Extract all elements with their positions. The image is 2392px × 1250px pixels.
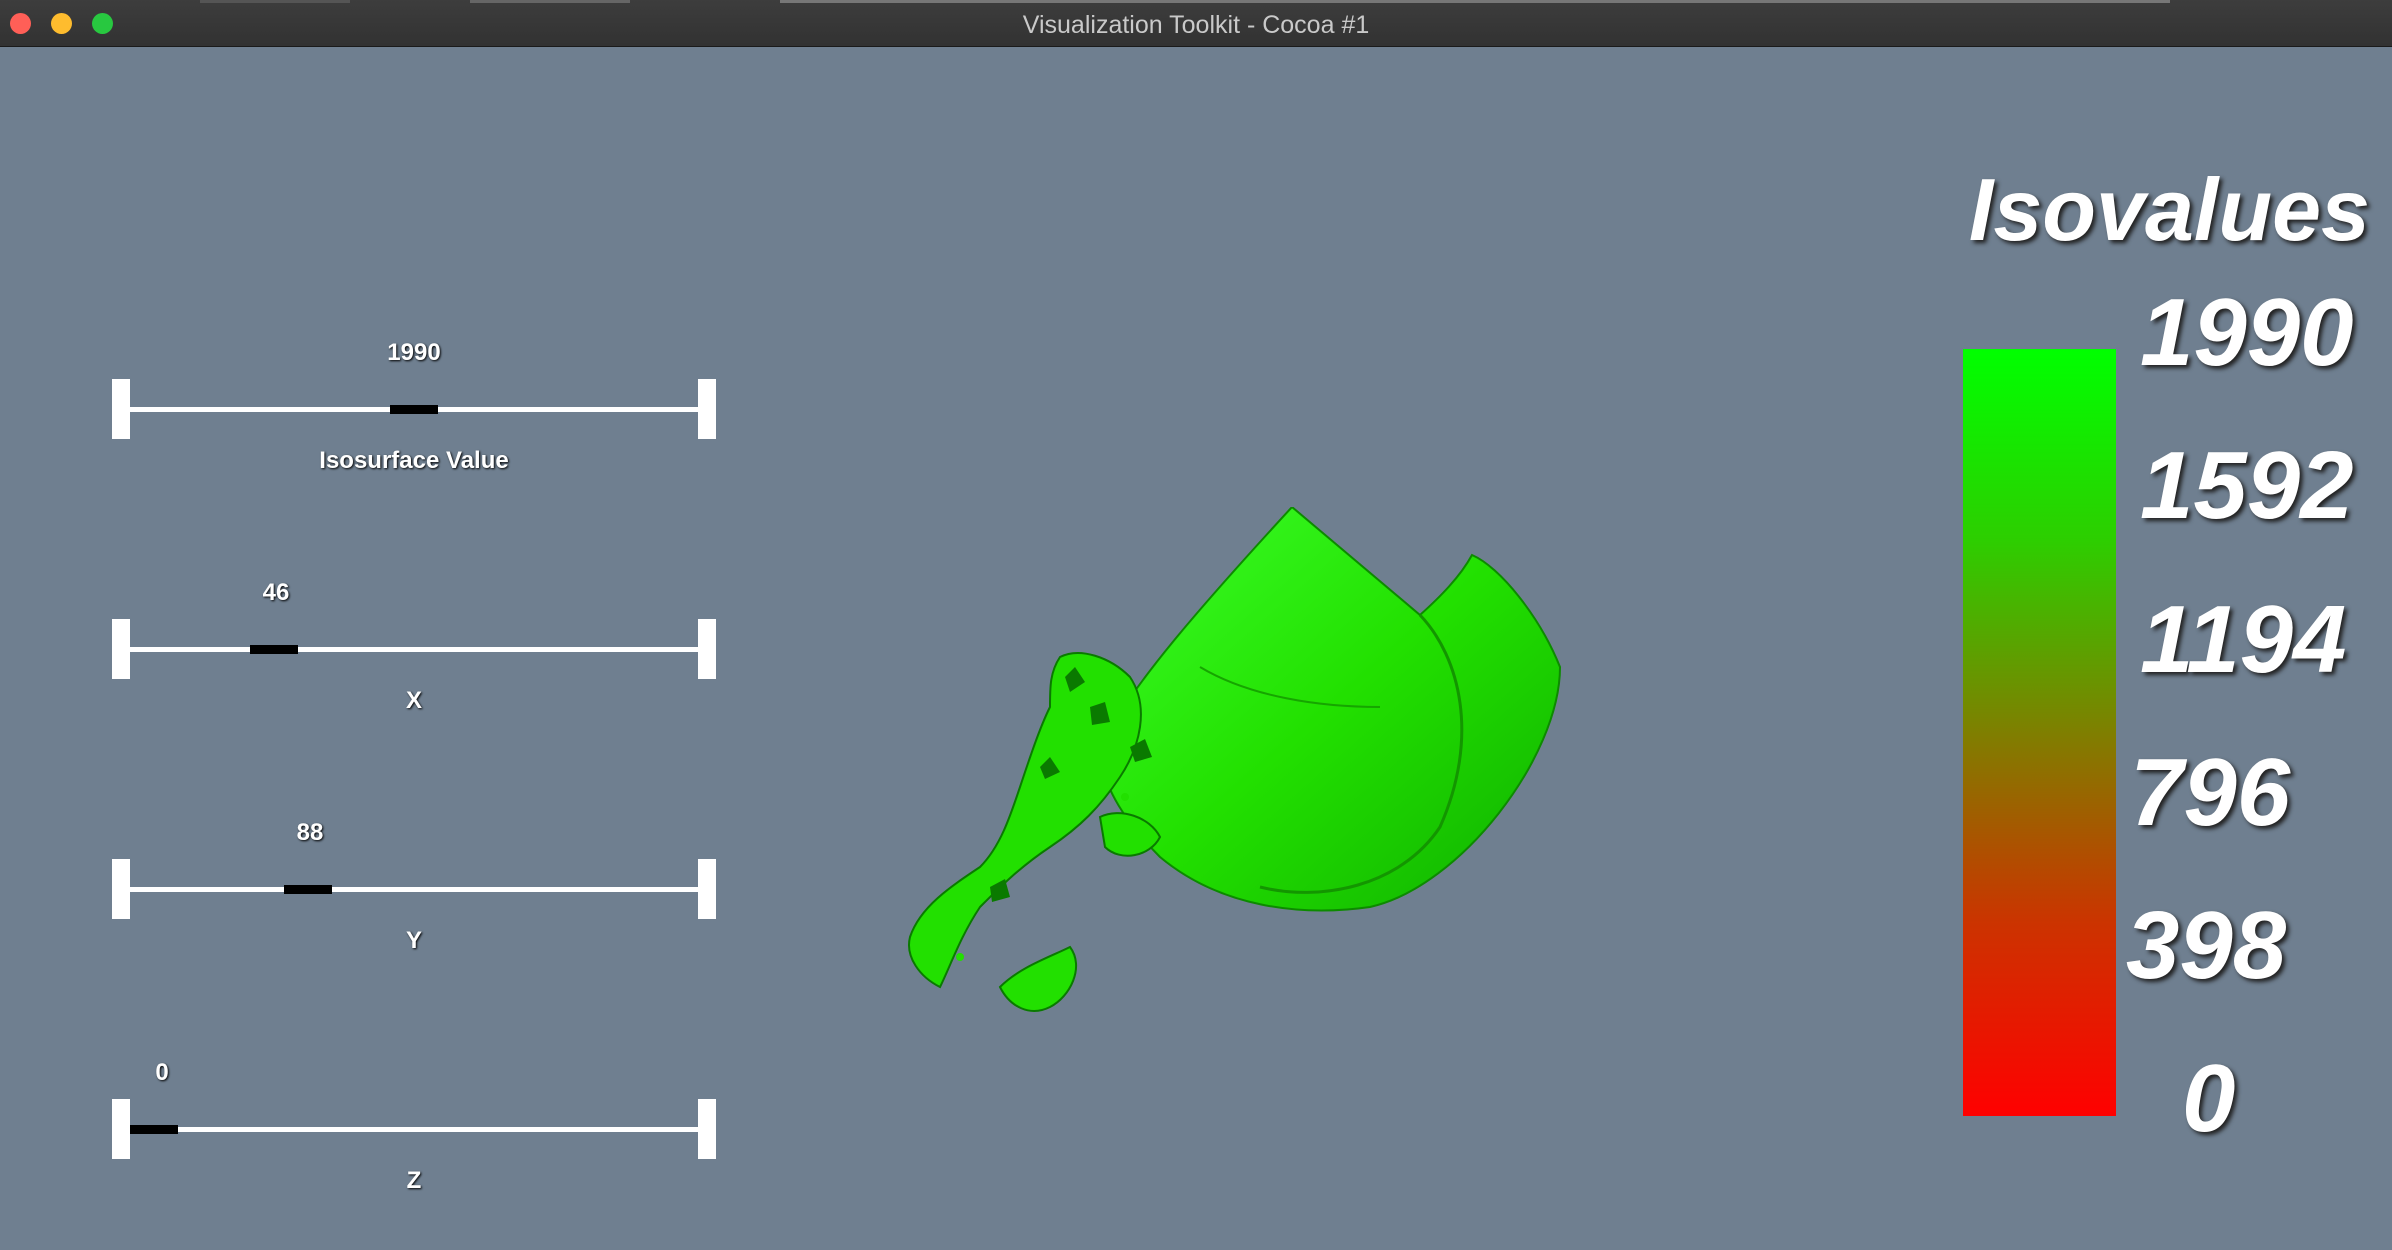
slider-value: 46 <box>262 579 290 606</box>
slider-right-cap[interactable] <box>698 619 716 679</box>
slider-value: 88 <box>296 819 324 846</box>
slider-value: 0 <box>155 1059 169 1086</box>
legend-tick: 1592 <box>2140 432 2354 539</box>
background-strip <box>470 0 630 3</box>
legend-tick: 398 <box>2126 892 2287 999</box>
legend-title: Isovalues <box>1968 160 2370 259</box>
slider-left-cap[interactable] <box>112 1099 130 1159</box>
color-scale-bar <box>1963 349 2116 1116</box>
slider-left-cap[interactable] <box>112 619 130 679</box>
slider-track[interactable] <box>130 1127 698 1132</box>
slider-track[interactable] <box>130 647 698 652</box>
slider-knob[interactable] <box>284 885 332 894</box>
slider-label: Y <box>405 927 422 954</box>
slider-track[interactable] <box>130 887 698 892</box>
slider-left-cap[interactable] <box>112 859 130 919</box>
window-title: Visualization Toolkit - Cocoa #1 <box>1022 11 1370 39</box>
slider-right-cap[interactable] <box>698 859 716 919</box>
isosurface-render[interactable] <box>900 507 1600 1047</box>
slider-value: 1990 <box>387 339 441 366</box>
slider-knob[interactable] <box>390 405 438 414</box>
background-strip <box>200 0 350 3</box>
title-bar[interactable]: Visualization Toolkit - Cocoa #1 <box>0 0 2392 47</box>
slider-label: X <box>405 687 422 714</box>
slider-right-cap[interactable] <box>698 379 716 439</box>
legend-tick: 1194 <box>2140 586 2347 693</box>
slider-label: Isosurface Value <box>319 447 509 474</box>
slider-label: Z <box>406 1167 422 1194</box>
legend-tick: 796 <box>2130 739 2291 846</box>
slider-left-cap[interactable] <box>112 379 130 439</box>
render-viewport[interactable]: 1990 Isosurface Value 46 X 88 Y 0 Z Isov… <box>0 47 2392 1250</box>
background-strip <box>780 0 2170 3</box>
slider-right-cap[interactable] <box>698 1099 716 1159</box>
vtk-window: Visualization Toolkit - Cocoa #1 1990 Is… <box>0 0 2392 1250</box>
legend-tick: 0 <box>2182 1045 2236 1152</box>
slider-knob[interactable] <box>250 645 298 654</box>
legend-tick: 1990 <box>2140 279 2354 386</box>
slider-knob[interactable] <box>130 1125 178 1134</box>
